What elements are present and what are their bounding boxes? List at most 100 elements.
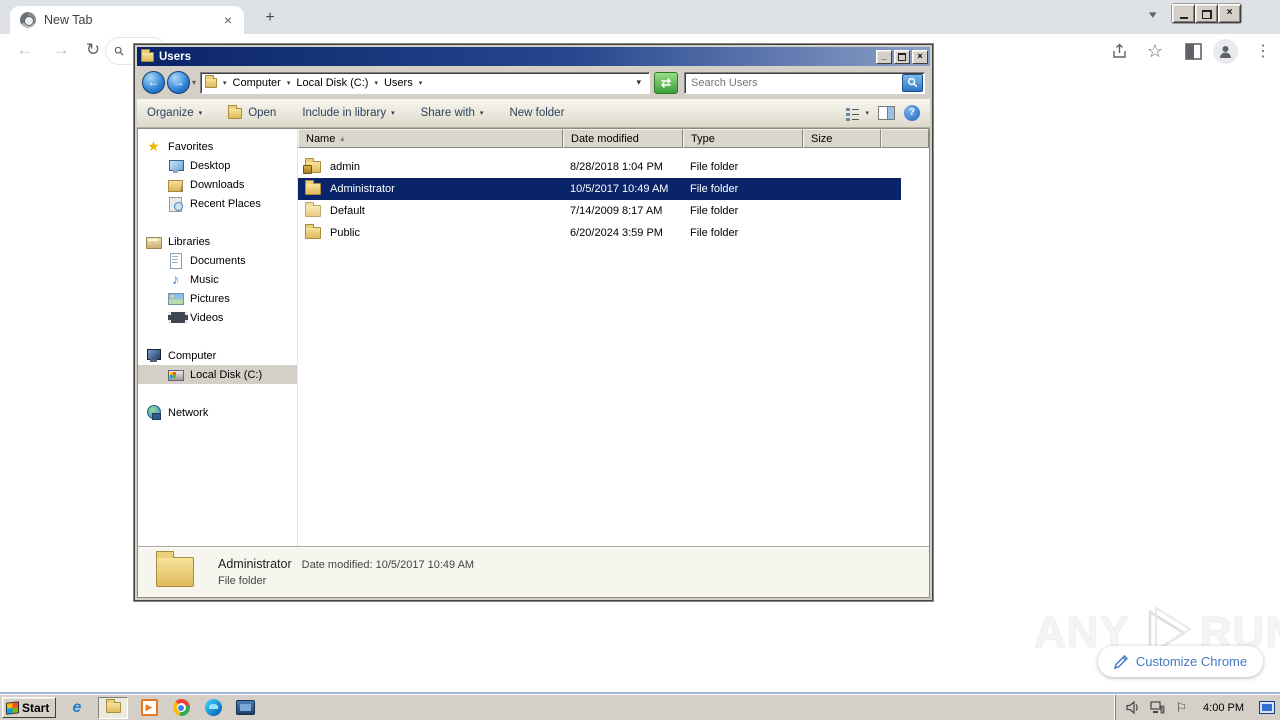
file-name: admin (330, 161, 360, 173)
taskbar-clock[interactable]: 4:00 PM (1197, 702, 1250, 714)
profile-avatar-icon[interactable] (1212, 38, 1238, 64)
videos-label: Videos (190, 311, 224, 324)
search-input[interactable] (691, 76, 902, 89)
breadcrumb-item-computer[interactable]: Computer (233, 77, 281, 89)
include-in-library-menu[interactable]: Include in library ▾ (302, 107, 394, 119)
sidebar-section-favorites[interactable]: ★ Favorites (138, 137, 297, 156)
side-panel-icon[interactable] (1180, 38, 1206, 64)
organize-menu[interactable]: Organize ▾ (147, 107, 202, 119)
downloads-label: Downloads (190, 178, 245, 191)
chevron-down-icon: ▾ (391, 110, 395, 117)
browser-minimize-button[interactable] (1172, 4, 1195, 23)
new-folder-button[interactable]: New folder (509, 107, 564, 119)
breadcrumb-chevron-icon[interactable]: ▾ (419, 79, 423, 87)
file-date: 8/28/2018 1:04 PM (570, 161, 663, 173)
column-header-size[interactable]: Size (803, 129, 881, 148)
browser-reload-icon[interactable]: ↻ (80, 37, 106, 63)
change-view-button[interactable]: ▾ (845, 106, 869, 121)
sidebar-item-documents[interactable]: Documents (138, 251, 297, 270)
taskbar-edge-icon[interactable] (202, 697, 224, 719)
network-icon (146, 405, 161, 420)
folder-lock-icon (303, 158, 321, 174)
browser-tab-new-tab[interactable]: New Tab × (10, 6, 244, 34)
breadcrumb-chevron-icon[interactable]: ▾ (287, 79, 291, 87)
address-dropdown-icon[interactable]: ▾ (632, 77, 645, 88)
share-icon[interactable] (1106, 38, 1132, 64)
play-icon: ▶ (140, 699, 158, 716)
file-date: 10/5/2017 10:49 AM (570, 183, 669, 195)
taskbar-explorer-button-active[interactable] (98, 696, 128, 719)
tab-search-chevron-icon[interactable]: ▾ (1149, 8, 1157, 21)
explorer-titlebar[interactable]: Users _ × (137, 47, 930, 66)
breadcrumb-item-local-disk[interactable]: Local Disk (C:) (296, 77, 368, 89)
sidebar-item-videos[interactable]: Videos (138, 308, 297, 327)
bookmark-star-icon[interactable]: ☆ (1142, 38, 1168, 64)
libraries-label: Libraries (168, 235, 211, 248)
browser-menu-dots-icon[interactable]: ⋮ (1250, 38, 1276, 64)
breadcrumb-chevron-icon[interactable]: ▾ (374, 79, 378, 87)
open-button[interactable]: Open (228, 104, 276, 119)
magnifier-icon (907, 77, 918, 88)
sidebar-item-downloads[interactable]: Downloads (138, 175, 297, 194)
browser-forward-icon[interactable]: → (48, 37, 74, 63)
window-title: Users (159, 50, 191, 63)
taskbar-ie-icon[interactable]: e (66, 697, 88, 719)
sidebar-item-desktop[interactable]: Desktop (138, 156, 297, 175)
explorer-window: Users _ × ← → ▾ ▾ Computer ▾ Local Disk … (134, 44, 933, 601)
recent-pages-chevron-icon[interactable]: ▾ (192, 78, 196, 87)
breadcrumb-item-users[interactable]: Users (384, 77, 413, 89)
sidebar-item-local-disk-c[interactable]: Local Disk (C:) (138, 365, 297, 384)
desktop-label: Desktop (190, 159, 231, 172)
explorer-maximize-button[interactable] (894, 49, 910, 64)
explorer-back-button[interactable]: ← (142, 71, 165, 94)
help-button[interactable]: ? (904, 105, 920, 121)
new-tab-button[interactable]: + (260, 8, 280, 28)
column-header-name[interactable]: Name ▴ (298, 129, 563, 148)
share-with-menu[interactable]: Share with ▾ (421, 107, 484, 119)
folder-icon (305, 224, 321, 239)
sidebar-section-computer[interactable]: Computer (138, 346, 297, 365)
column-header-date-modified[interactable]: Date modified (563, 129, 683, 148)
local-disk-label: Local Disk (C:) (190, 368, 263, 381)
breadcrumb-chevron-icon[interactable]: ▾ (223, 79, 227, 87)
taskbar-media-app-icon[interactable]: ▶ (138, 697, 160, 719)
explorer-close-button[interactable]: × (912, 49, 928, 64)
breadcrumb[interactable]: ▾ Computer ▾ Local Disk (C:) ▾ Users ▾ ▾ (200, 71, 651, 94)
network-label: Network (168, 406, 209, 419)
customize-chrome-button[interactable]: Customize Chrome (1098, 646, 1263, 677)
taskbar-chrome-icon[interactable] (170, 697, 192, 719)
maximize-icon (898, 52, 906, 61)
browser-restore-button[interactable] (1195, 4, 1218, 23)
tab-close-icon[interactable]: × (220, 12, 236, 28)
file-list-area: Name ▴ Date modified Type Size admin 8/2… (298, 129, 929, 546)
file-row-default[interactable]: Default 7/14/2009 8:17 AM File folder (298, 200, 929, 222)
search-box (684, 71, 925, 94)
organize-label: Organize (147, 107, 194, 119)
search-go-button[interactable] (902, 73, 923, 92)
network-tray-icon[interactable] (1150, 701, 1165, 714)
pictures-label: Pictures (190, 292, 230, 305)
explorer-forward-button[interactable]: → (167, 71, 190, 94)
windows-taskbar: Start e ▶ ⚐ 4:00 PM (0, 694, 1280, 720)
preview-pane-button[interactable] (878, 106, 895, 120)
file-row-public[interactable]: Public 6/20/2024 3:59 PM File folder (298, 222, 929, 244)
sidebar-section-libraries[interactable]: Libraries (138, 232, 297, 251)
open-folder-icon (228, 104, 243, 119)
start-label: Start (22, 700, 50, 715)
sidebar-item-music[interactable]: ♪ Music (138, 270, 297, 289)
explorer-minimize-button[interactable]: _ (876, 49, 892, 64)
browser-back-icon[interactable]: ← (12, 37, 38, 63)
column-header-type[interactable]: Type (683, 129, 803, 148)
action-center-flag-icon[interactable]: ⚐ (1175, 700, 1187, 716)
volume-icon[interactable] (1126, 701, 1140, 714)
file-row-administrator-selected[interactable]: Administrator 10/5/2017 10:49 AM File fo… (298, 178, 901, 200)
tray-monitor-icon[interactable] (1259, 701, 1275, 714)
file-row-admin[interactable]: admin 8/28/2018 1:04 PM File folder (298, 156, 929, 178)
taskbar-blue-app-icon[interactable] (234, 697, 256, 719)
start-button[interactable]: Start (2, 697, 56, 718)
sidebar-item-recent-places[interactable]: Recent Places (138, 194, 297, 213)
browser-close-button[interactable]: × (1218, 4, 1241, 23)
sidebar-section-network[interactable]: Network (138, 403, 297, 422)
sidebar-item-pictures[interactable]: Pictures (138, 289, 297, 308)
refresh-button[interactable]: ⇄ (654, 71, 679, 94)
